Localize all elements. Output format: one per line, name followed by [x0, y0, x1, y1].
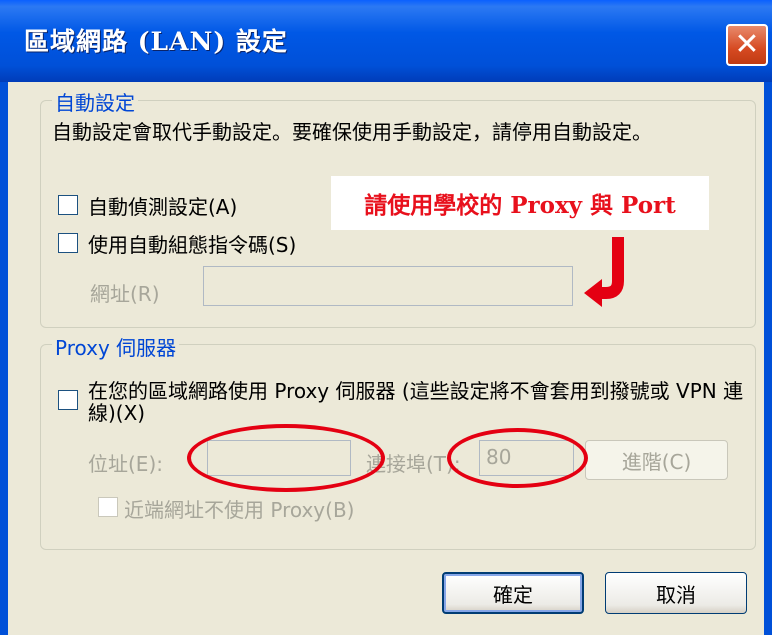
proxy-legend: Proxy 伺服器 — [52, 332, 180, 361]
red-arrow-icon — [584, 237, 624, 307]
advanced-button[interactable]: 進階(C) — [585, 440, 728, 480]
cancel-button[interactable]: 取消 — [605, 572, 747, 614]
window-frame-left — [0, 82, 8, 635]
ok-button[interactable]: 確定 — [442, 572, 584, 614]
annotation-box: 請使用學校的 Proxy 與 Port — [331, 176, 709, 230]
address-highlight-oval — [187, 424, 385, 492]
bypass-local-label[interactable]: 近端網址不使用 Proxy(B) — [124, 494, 354, 523]
bypass-local-checkbox[interactable] — [98, 497, 118, 517]
window-frame-right — [764, 82, 772, 635]
script-address-label: 網址(R) — [90, 282, 160, 306]
auto-config-description: 自動設定會取代手動設定。要確保使用手動設定，請停用自動設定。 — [52, 120, 652, 144]
auto-config-legend: 自動設定 — [52, 87, 138, 116]
close-icon: ✕ — [734, 27, 760, 62]
auto-detect-label[interactable]: 自動偵測設定(A) — [88, 191, 237, 220]
script-address-input[interactable] — [203, 266, 573, 306]
annotation-text: 請使用學校的 Proxy 與 Port — [364, 192, 676, 219]
use-script-label[interactable]: 使用自動組態指令碼(S) — [88, 229, 296, 258]
auto-detect-checkbox[interactable] — [58, 195, 78, 215]
port-highlight-oval — [447, 428, 588, 488]
title-bar[interactable]: 區域網路 (LAN) 設定 ✕ — [0, 0, 772, 82]
use-proxy-checkbox[interactable] — [58, 390, 78, 410]
window-title: 區域網路 (LAN) 設定 — [24, 27, 288, 56]
use-script-checkbox[interactable] — [58, 233, 78, 253]
close-button[interactable]: ✕ — [726, 24, 768, 66]
use-proxy-label[interactable]: 在您的區域網路使用 Proxy 伺服器 (這些設定將不會套用到撥號或 VPN 連… — [88, 380, 748, 424]
proxy-address-label: 位址(E): — [88, 452, 163, 476]
auto-detect-text: 自動偵測設定(A) — [88, 195, 238, 219]
